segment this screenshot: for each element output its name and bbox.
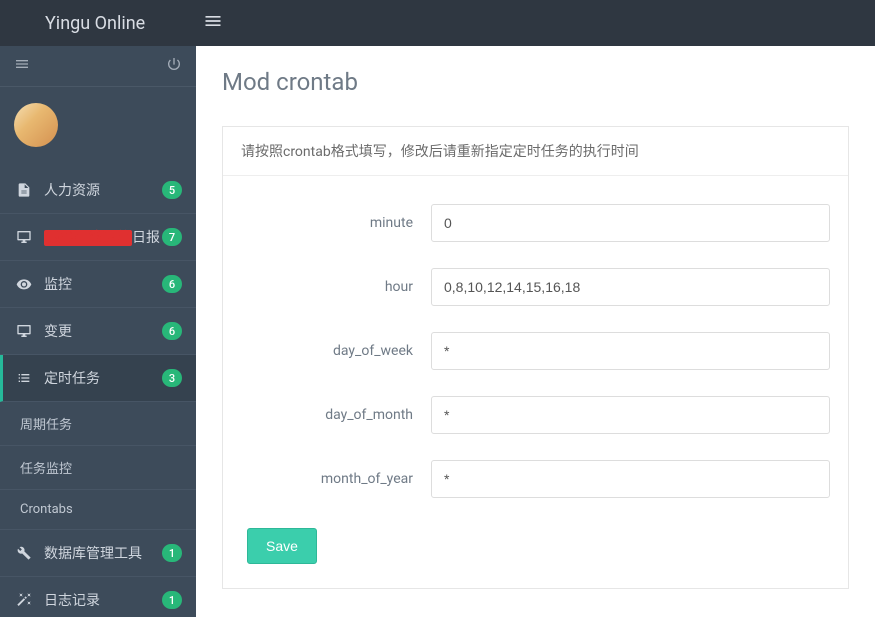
sidebar-item-change[interactable]: 变更 6 <box>0 308 196 355</box>
input-minute[interactable] <box>431 204 830 242</box>
sidebar-item-label: 数据库管理工具 <box>44 543 162 563</box>
label-hour: hour <box>241 279 431 295</box>
sidebar-subitem-crontabs[interactable]: Crontabs <box>0 490 196 530</box>
sidebar-badge: 6 <box>162 275 182 293</box>
list-icon <box>14 370 34 386</box>
eye-icon <box>14 276 34 292</box>
sidebar-badge: 5 <box>162 181 182 199</box>
form-body: minute hour day_of_week day_of_month mon <box>223 176 848 588</box>
form-hint: 请按照crontab格式填写，修改后请重新指定定时任务的执行时间 <box>223 127 848 176</box>
sidebar-item-hr[interactable]: 人力资源 5 <box>0 167 196 214</box>
sidebar-badge: 1 <box>162 591 182 609</box>
input-day-of-week[interactable] <box>431 332 830 370</box>
label-day-of-month: day_of_month <box>241 407 431 423</box>
sidebar-item-label: 银谷在线运营日报 <box>44 227 162 247</box>
avatar-row <box>0 87 196 167</box>
input-day-of-month[interactable] <box>431 396 830 434</box>
topbar: Yingu Online <box>0 0 875 46</box>
sidebar-subitem-periodic[interactable]: 周期任务 <box>0 402 196 446</box>
sidebar-badge: 7 <box>162 228 182 246</box>
menu-toggle-icon[interactable] <box>188 11 238 36</box>
monitor-icon <box>14 323 34 339</box>
monitor-icon <box>14 229 34 245</box>
form-row-minute: minute <box>241 204 830 242</box>
label-day-of-week: day_of_week <box>241 343 431 359</box>
sidebar-item-label: 日志记录 <box>44 590 162 610</box>
sidebar-toolbar <box>0 46 196 87</box>
power-icon[interactable] <box>166 56 182 76</box>
sidebar-badge: 3 <box>162 369 182 387</box>
page-title: Mod crontab <box>222 68 849 96</box>
form-panel: 请按照crontab格式填写，修改后请重新指定定时任务的执行时间 minute … <box>222 126 849 589</box>
label-month-of-year: month_of_year <box>241 471 431 487</box>
form-row-dow: day_of_week <box>241 332 830 370</box>
main-content: Mod crontab 请按照crontab格式填写，修改后请重新指定定时任务的… <box>196 46 875 617</box>
sidebar-item-daily-report[interactable]: 银谷在线运营日报 7 <box>0 214 196 261</box>
sidebar-item-label: 变更 <box>44 321 162 341</box>
sidebar-item-logs[interactable]: 日志记录 1 <box>0 577 196 617</box>
sidebar-item-label: 人力资源 <box>44 180 162 200</box>
input-hour[interactable] <box>431 268 830 306</box>
sidebar-item-label: 监控 <box>44 274 162 294</box>
input-month-of-year[interactable] <box>431 460 830 498</box>
save-button[interactable]: Save <box>247 528 317 564</box>
sidebar-item-monitor[interactable]: 监控 6 <box>0 261 196 308</box>
sidebar-item-cron[interactable]: 定时任务 3 <box>0 355 196 402</box>
label-minute: minute <box>241 215 431 231</box>
sidebar-subitem-label: 周期任务 <box>20 418 72 433</box>
sidebar-subitem-taskmonitor[interactable]: 任务监控 <box>0 446 196 490</box>
sidebar-subitem-label: Crontabs <box>20 502 73 517</box>
form-row-hour: hour <box>241 268 830 306</box>
sidebar: 人力资源 5 银谷在线运营日报 7 监控 6 变更 6 定时任务 3 周期任务 … <box>0 46 196 617</box>
wand-icon <box>14 592 34 608</box>
sidebar-item-dbtools[interactable]: 数据库管理工具 1 <box>0 530 196 577</box>
sidebar-badge: 1 <box>162 544 182 562</box>
sidebar-subitem-label: 任务监控 <box>20 462 72 477</box>
sidebar-item-label: 定时任务 <box>44 368 162 388</box>
sidebar-badge: 6 <box>162 322 182 340</box>
brand-title: Yingu Online <box>15 13 163 34</box>
sidebar-menu-icon[interactable] <box>14 56 30 76</box>
form-row-moy: month_of_year <box>241 460 830 498</box>
form-row-dom: day_of_month <box>241 396 830 434</box>
avatar[interactable] <box>14 103 58 147</box>
file-icon <box>14 182 34 198</box>
wrench-icon <box>14 545 34 561</box>
